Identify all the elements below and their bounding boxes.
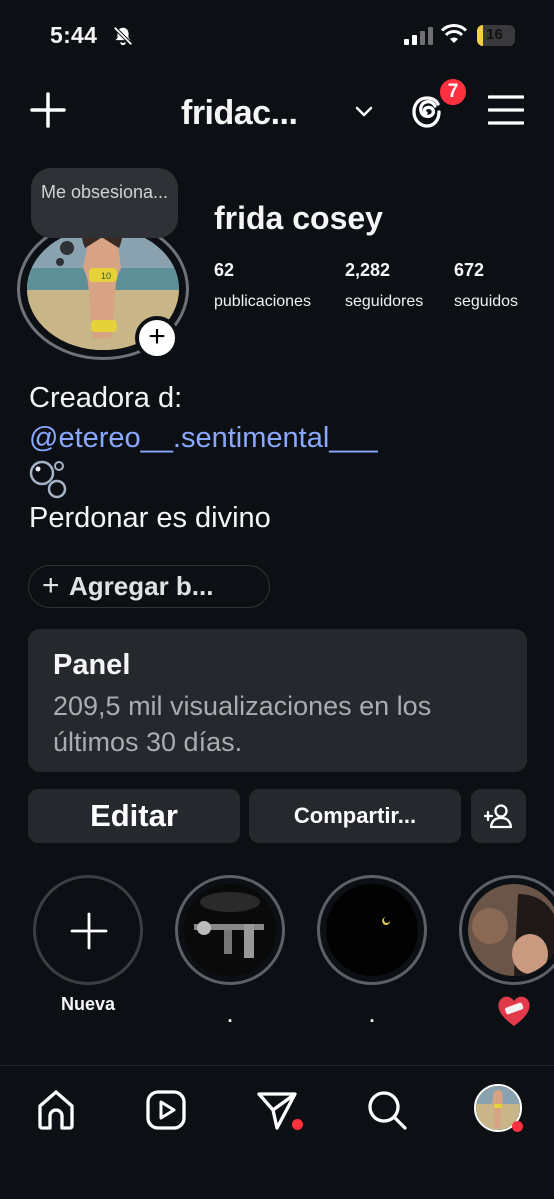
- add-link-button[interactable]: + Agregar b...: [28, 565, 270, 608]
- svg-text:10: 10: [101, 271, 111, 281]
- note-tail-dot: [60, 241, 74, 255]
- battery-indicator: 16: [477, 25, 515, 46]
- search-icon[interactable]: [363, 1086, 411, 1134]
- status-bar: 5:44 16: [0, 0, 554, 72]
- add-story-button[interactable]: +: [135, 316, 179, 360]
- add-story-plus-icon: +: [148, 320, 166, 353]
- professional-dashboard-panel[interactable]: Panel 209,5 mil visualizaciones en los ú…: [28, 629, 527, 772]
- bell-off-icon: [113, 26, 133, 46]
- bio: Creadora d: @etereo__.sentimental___: [29, 378, 529, 500]
- threads-notification-badge: 7: [437, 76, 469, 108]
- stat-followers[interactable]: 2,282 seguidores: [345, 260, 423, 311]
- profile-note-text: Me obsesiona...: [40, 182, 169, 202]
- bubbles-emoji-icon: [29, 458, 529, 500]
- discover-people-button[interactable]: [471, 789, 526, 843]
- wifi-icon: [441, 24, 467, 43]
- story-highlight[interactable]: [459, 875, 554, 985]
- new-post-plus-icon[interactable]: [30, 92, 66, 128]
- highlight-label: .: [369, 1006, 375, 1026]
- bio-line: Creadora d:: [29, 382, 183, 414]
- add-link-label: Agregar b...: [69, 571, 214, 601]
- stat-followers-count: 2,282: [345, 260, 391, 280]
- display-name: frida cosey: [214, 200, 383, 236]
- highlight-label: Nueva: [60, 994, 116, 1014]
- messages-notification-dot: [292, 1119, 303, 1130]
- profile-notification-dot: [512, 1121, 523, 1132]
- profile-note-bubble[interactable]: Me obsesiona...: [31, 168, 178, 238]
- profile-header: fridac... 7: [0, 76, 554, 144]
- stat-followers-label: seguidores: [345, 293, 424, 310]
- stat-following[interactable]: 672 seguidos: [454, 260, 518, 311]
- stat-following-label: seguidos: [454, 293, 519, 310]
- new-highlight-button[interactable]: [33, 875, 143, 985]
- mending-heart-icon: [498, 996, 530, 1026]
- battery-percent: 16: [486, 26, 503, 43]
- signal-icon: [404, 27, 433, 45]
- story-highlight[interactable]: [175, 875, 285, 985]
- stat-posts-count: 62: [214, 260, 235, 280]
- highlight-cover: [184, 884, 276, 976]
- note-tail-dot-small: [56, 258, 64, 266]
- stat-following-count: 672: [454, 260, 485, 280]
- bottom-tab-bar: [0, 1065, 554, 1199]
- edit-profile-button[interactable]: Editar: [28, 789, 240, 843]
- add-link-plus-icon: +: [42, 569, 60, 602]
- stat-posts-label: publicaciones: [214, 293, 311, 310]
- stat-posts[interactable]: 62 publicaciones: [214, 260, 311, 311]
- bio-line: Perdonar es divino: [29, 502, 271, 534]
- home-icon[interactable]: [32, 1086, 80, 1134]
- share-profile-button[interactable]: Compartir...: [249, 789, 461, 843]
- add-user-icon: [482, 804, 512, 829]
- panel-title: Panel: [53, 649, 131, 681]
- highlight-label: .: [227, 1006, 233, 1026]
- username-switcher[interactable]: fridac...: [181, 94, 298, 133]
- chevron-down-icon[interactable]: [353, 100, 375, 122]
- status-time: 5:44: [50, 22, 98, 48]
- bio-mention-link[interactable]: @etereo__.sentimental___: [29, 418, 529, 458]
- hamburger-menu-icon[interactable]: [488, 94, 524, 126]
- reels-icon[interactable]: [142, 1086, 190, 1134]
- story-highlight[interactable]: [317, 875, 427, 985]
- highlight-cover: [468, 884, 554, 976]
- highlight-cover: [326, 884, 418, 976]
- plus-icon: [70, 912, 108, 950]
- panel-description: 209,5 mil visualizaciones en los últimos…: [53, 691, 432, 757]
